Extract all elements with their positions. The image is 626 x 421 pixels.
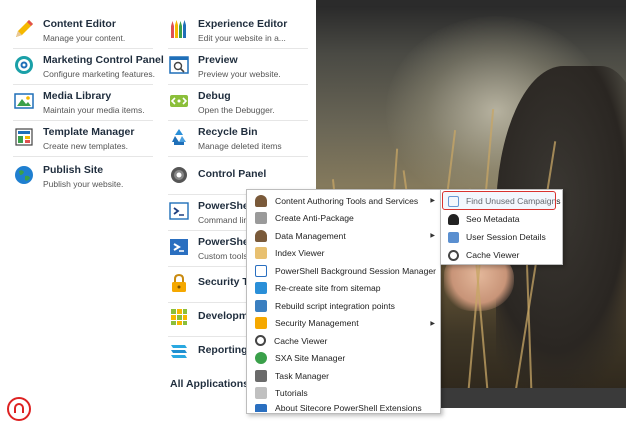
search-icon (448, 249, 459, 261)
app-description: Publish your website. (43, 179, 124, 189)
target-icon (13, 54, 35, 76)
app-description: Maintain your media items. (43, 105, 145, 115)
info-icon (255, 404, 267, 412)
app-content-editor[interactable]: Content Editor Manage your content. (13, 18, 125, 44)
app-description: Open the Debugger. (198, 105, 275, 115)
template-icon (13, 126, 35, 148)
all-applications-link[interactable]: All Applications (170, 378, 249, 390)
app-experience-editor[interactable]: Experience Editor Edit your website in a… (168, 18, 287, 44)
app-name: Recycle Bin (198, 126, 258, 138)
app-recycle-bin[interactable]: Recycle Bin Manage deleted items (168, 126, 282, 152)
submenu-item-seo-metadata[interactable]: Seo Metadata (441, 210, 562, 228)
sitemap-icon (255, 282, 267, 295)
app-powershell-ise[interactable]: PowerShell Custom tools (168, 236, 255, 262)
app-name: Debug (198, 90, 231, 102)
preview-icon (168, 54, 190, 76)
menu-item-about[interactable]: About Sitecore PowerShell Extensions (247, 402, 440, 412)
submenu-arrow-icon: ▶ (430, 320, 435, 327)
reporting-icon (168, 340, 190, 362)
app-control-panel[interactable]: Control Panel (168, 164, 266, 186)
app-name: Publish Site (43, 164, 104, 176)
menu-item-data-management[interactable]: Data Management ▶ (247, 227, 440, 245)
app-description: Edit your website in a... (198, 33, 286, 43)
app-marketing-control-panel[interactable]: Marketing Control Panel Configure market… (13, 54, 164, 80)
app-security-tools[interactable]: Security To (168, 272, 254, 294)
lock-icon (255, 317, 267, 330)
app-debug[interactable]: Debug Open the Debugger. (168, 90, 275, 116)
app-name: Content Editor (43, 18, 116, 30)
app-template-manager[interactable]: Template Manager Create new templates. (13, 126, 134, 152)
app-name: Media Library (43, 90, 112, 102)
debug-icon (168, 90, 190, 112)
app-powershell-console[interactable]: PowerShell Command lin (168, 200, 255, 226)
submenu-item-cache-viewer[interactable]: Cache Viewer (441, 246, 562, 264)
submenu-arrow-icon: ▶ (430, 233, 435, 240)
app-description: Configure marketing features. (43, 69, 155, 79)
app-name: Experience Editor (198, 18, 288, 30)
menu-item-create-anti-package[interactable]: Create Anti-Package (247, 210, 440, 228)
app-preview[interactable]: Preview Preview your website. (168, 54, 281, 80)
menu-item-security-management[interactable]: Security Management ▶ (247, 315, 440, 333)
gear-icon (168, 164, 190, 186)
search-icon (255, 335, 266, 347)
app-description: Create new templates. (43, 141, 129, 151)
session-icon (255, 264, 267, 277)
person-icon (255, 194, 267, 207)
highlight-box (442, 191, 556, 210)
app-media-library[interactable]: Media Library Maintain your media items. (13, 90, 145, 116)
user-session-icon (448, 231, 459, 243)
task-icon (255, 369, 267, 382)
person-icon (448, 213, 459, 225)
tutorials-icon (255, 387, 267, 400)
powershell-ise-icon (168, 236, 190, 258)
sitecore-logo-icon[interactable] (7, 397, 31, 421)
index-icon (255, 247, 267, 260)
menu-item-content-authoring-tools[interactable]: Content Authoring Tools and Services ▶ (247, 192, 440, 210)
menu-item-sxa-site-manager[interactable]: SXA Site Manager (247, 350, 440, 368)
app-name: Preview (198, 54, 238, 66)
menu-item-cache-viewer[interactable]: Cache Viewer (247, 332, 440, 350)
powershell-console-icon (168, 200, 190, 222)
app-name: Control Panel (198, 168, 267, 180)
cubes-icon (168, 306, 190, 328)
person-icon (255, 229, 267, 242)
submenu-arrow-icon: ▶ (430, 198, 435, 205)
menu-item-tutorials[interactable]: Tutorials (247, 385, 440, 403)
recycle-icon (168, 126, 190, 148)
package-icon (255, 212, 267, 225)
media-library-icon (13, 90, 35, 112)
rebuild-icon (255, 299, 267, 312)
app-description: Manage your content. (43, 33, 126, 43)
app-name: Marketing Control Panel (43, 54, 164, 66)
context-menu: Content Authoring Tools and Services ▶ C… (246, 189, 441, 414)
app-reporting-tools[interactable]: Reporting T (168, 340, 257, 362)
app-publish-site[interactable]: Publish Site Publish your website. (13, 164, 123, 190)
lock-icon (168, 272, 190, 294)
app-development-tools[interactable]: Developme (168, 306, 254, 328)
menu-item-recreate-site[interactable]: Re-create site from sitemap (247, 280, 440, 298)
menu-item-index-viewer[interactable]: Index Viewer (247, 245, 440, 263)
crayons-icon (168, 18, 190, 40)
submenu-item-user-session-details[interactable]: User Session Details (441, 228, 562, 246)
menu-item-powershell-session-manager[interactable]: PowerShell Background Session Manager (247, 262, 440, 280)
app-description: Manage deleted items (198, 141, 282, 151)
app-description: Preview your website. (198, 69, 281, 79)
sxa-icon (255, 352, 267, 365)
app-name: Template Manager (43, 126, 135, 138)
globe-icon (13, 164, 35, 186)
pencil-icon (13, 18, 35, 40)
menu-item-rebuild-integration-points[interactable]: Rebuild script integration points (247, 297, 440, 315)
menu-item-task-manager[interactable]: Task Manager (247, 367, 440, 385)
